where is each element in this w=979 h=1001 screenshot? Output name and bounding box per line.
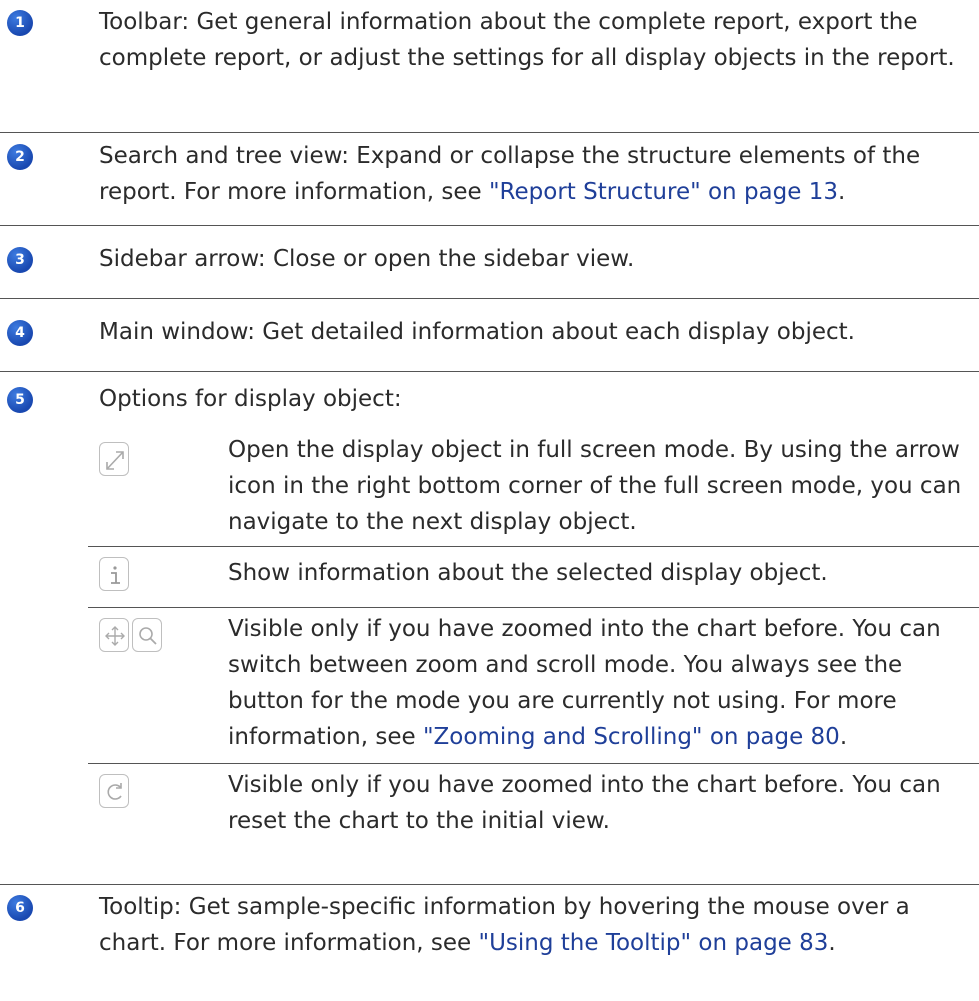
number-badge-4: 4 (7, 320, 33, 346)
divider (0, 884, 979, 885)
item-text: Tooltip: Get sample-specific information… (99, 894, 910, 956)
item-text: Sidebar arrow: Close or open the sidebar… (99, 246, 635, 272)
divider (0, 298, 979, 299)
info-icon (99, 557, 129, 591)
item-text: Main window: Get detailed information ab… (99, 319, 855, 345)
zoom-icon (132, 618, 162, 652)
item-text: Search and tree view: Expand or collapse… (99, 143, 921, 205)
option-text: Visible only if you have zoomed into the… (228, 616, 941, 750)
number-badge-5: 5 (7, 387, 33, 413)
divider (0, 132, 979, 133)
number-badge-1: 1 (7, 10, 33, 36)
number-badge-2: 2 (7, 144, 33, 170)
number-badge-6: 6 (7, 895, 33, 921)
option-text: Open the display object in full screen m… (228, 437, 962, 535)
divider (0, 371, 979, 372)
divider (0, 225, 979, 226)
item-text: Options for display object: (99, 386, 402, 412)
reset-icon (99, 774, 129, 808)
divider (88, 763, 979, 764)
option-text: Show information about the selected disp… (228, 560, 828, 586)
item-text: Toolbar: Get general information about t… (99, 9, 955, 71)
option-text: Visible only if you have zoomed into the… (228, 772, 941, 834)
report-structure-link[interactable]: "Report Structure" on page 13 (489, 179, 838, 205)
zooming-scrolling-link[interactable]: "Zooming and Scrolling" on page 80 (423, 724, 840, 750)
fullscreen-icon (99, 442, 129, 476)
move-icon (99, 618, 129, 652)
number-badge-3: 3 (7, 247, 33, 273)
divider (88, 546, 979, 547)
using-tooltip-link[interactable]: "Using the Tooltip" on page 83 (479, 930, 829, 956)
divider (88, 607, 979, 608)
